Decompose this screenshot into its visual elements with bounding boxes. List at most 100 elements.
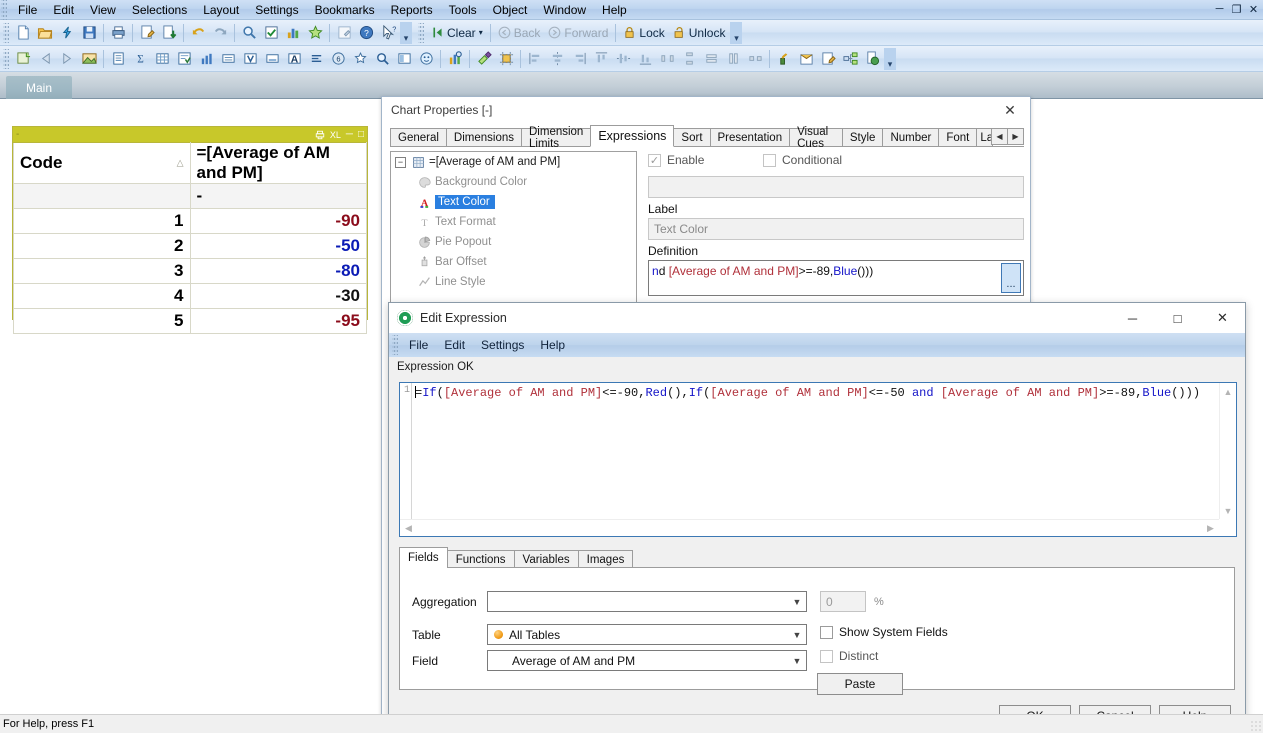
distribute-vertically-icon[interactable] bbox=[678, 48, 700, 70]
column-header-code[interactable]: Code △ bbox=[13, 142, 191, 184]
tab-images[interactable]: Images bbox=[577, 550, 634, 568]
scroll-up-icon[interactable]: ▲ bbox=[1220, 383, 1236, 400]
print-icon[interactable] bbox=[107, 22, 129, 44]
close-icon[interactable]: ✕ bbox=[1200, 303, 1245, 333]
toolbar-overflow-button[interactable]: ▾ bbox=[400, 21, 412, 44]
edit-module-icon[interactable] bbox=[817, 48, 839, 70]
tab-scroll-right-icon[interactable]: ▶ bbox=[1007, 128, 1024, 145]
new-sheet-icon[interactable] bbox=[12, 48, 34, 70]
custom-object-icon[interactable] bbox=[415, 48, 437, 70]
size-equal-width-icon[interactable] bbox=[700, 48, 722, 70]
design-toolbar-overflow-button[interactable]: ▾ bbox=[884, 47, 896, 70]
minimize-icon[interactable]: ─ bbox=[1212, 1, 1227, 17]
menu-item-help[interactable]: Help bbox=[532, 336, 573, 354]
line-arrow-object-icon[interactable] bbox=[305, 48, 327, 70]
chart-properties-title-bar[interactable]: Chart Properties [-] ✕ bbox=[382, 97, 1030, 123]
definition-input[interactable]: nd [Average of AM and PM]>=-89,Blue())) … bbox=[648, 260, 1024, 296]
open-expression-editor-button[interactable]: ... bbox=[1001, 263, 1021, 293]
print-icon[interactable] bbox=[315, 130, 325, 140]
conditional-checkbox-row[interactable]: Conditional bbox=[763, 153, 842, 167]
edit-script-icon[interactable] bbox=[136, 22, 158, 44]
expression-tree-root[interactable]: − =[Average of AM and PM] bbox=[391, 152, 636, 172]
link-objects-icon[interactable] bbox=[839, 48, 861, 70]
align-center-icon[interactable] bbox=[546, 48, 568, 70]
tab-fields[interactable]: Fields bbox=[399, 547, 448, 568]
tab-style[interactable]: Style bbox=[841, 128, 884, 146]
tab-variables[interactable]: Variables bbox=[513, 550, 579, 568]
enable-checkbox-row[interactable]: ✓ Enable bbox=[648, 153, 763, 167]
tab-dimension-limits[interactable]: Dimension Limits bbox=[521, 126, 592, 150]
tab-presentation[interactable]: Presentation bbox=[709, 128, 791, 146]
unlock-button[interactable]: Unlock bbox=[669, 26, 730, 40]
field-select[interactable]: Average of AM and PM ▼ bbox=[487, 650, 807, 671]
cell-average[interactable]: -95 bbox=[189, 308, 367, 334]
menu-item-file[interactable]: File bbox=[401, 336, 436, 354]
tab-general[interactable]: General bbox=[390, 128, 447, 146]
editor-vertical-scrollbar[interactable]: ▲ ▼ bbox=[1219, 383, 1236, 519]
expression-attribute-line-style[interactable]: Line Style bbox=[391, 272, 636, 292]
clear-button[interactable]: Clear ▾ bbox=[427, 26, 487, 40]
label-input[interactable]: Text Color bbox=[648, 218, 1024, 240]
close-icon[interactable]: ✕ bbox=[990, 97, 1030, 123]
menu-item-edit[interactable]: Edit bbox=[45, 1, 82, 19]
scroll-right-icon[interactable]: ▶ bbox=[1202, 523, 1219, 534]
undo-icon[interactable] bbox=[187, 22, 209, 44]
toolbar-gripper-standard[interactable] bbox=[3, 22, 9, 43]
tab-visual-cues[interactable]: Visual Cues bbox=[789, 126, 843, 150]
statistics-box-icon[interactable]: Σ bbox=[129, 48, 151, 70]
sort-indicator-icon[interactable]: △ bbox=[177, 158, 184, 169]
menu-item-bookmarks[interactable]: Bookmarks bbox=[307, 1, 383, 19]
tab-dimensions[interactable]: Dimensions bbox=[445, 128, 522, 146]
search-object-icon[interactable] bbox=[371, 48, 393, 70]
resize-grip-icon[interactable] bbox=[1250, 720, 1262, 732]
format-painter-icon[interactable] bbox=[473, 48, 495, 70]
menu-item-file[interactable]: File bbox=[10, 1, 45, 19]
publish-web-icon[interactable] bbox=[861, 48, 883, 70]
align-right-icon[interactable] bbox=[568, 48, 590, 70]
multi-box-icon[interactable] bbox=[151, 48, 173, 70]
show-system-fields-checkbox[interactable] bbox=[820, 625, 833, 639]
align-left-icon[interactable] bbox=[524, 48, 546, 70]
menu-item-reports[interactable]: Reports bbox=[383, 1, 441, 19]
expression-attribute-text-color[interactable]: A Text Color bbox=[391, 192, 636, 212]
scroll-left-icon[interactable]: ◀ bbox=[400, 523, 417, 534]
menu-item-tools[interactable]: Tools bbox=[441, 1, 485, 19]
save-icon[interactable] bbox=[78, 22, 100, 44]
align-middle-icon[interactable] bbox=[612, 48, 634, 70]
table-select[interactable]: All Tables ▼ bbox=[487, 624, 807, 645]
show-system-fields-row[interactable]: Show System Fields bbox=[820, 625, 948, 639]
table-row[interactable]: 3 -80 bbox=[13, 258, 367, 284]
theme-maker-icon[interactable] bbox=[773, 48, 795, 70]
minimize-icon[interactable]: ─ bbox=[346, 129, 353, 140]
cell-average[interactable]: -80 bbox=[189, 258, 367, 284]
distinct-row[interactable]: Distinct bbox=[820, 649, 878, 663]
back-button[interactable]: Back bbox=[494, 26, 545, 40]
restore-icon[interactable]: ❐ bbox=[1229, 1, 1244, 17]
bookmark-star-icon[interactable] bbox=[304, 22, 326, 44]
object-caption-bar[interactable]: - XL ─ □ bbox=[13, 127, 367, 142]
align-top-icon[interactable] bbox=[590, 48, 612, 70]
aggregation-select[interactable]: ▼ bbox=[487, 591, 807, 612]
forward-button[interactable]: Forward bbox=[544, 26, 612, 40]
table-row[interactable]: 1 -90 bbox=[13, 208, 367, 234]
new-document-icon[interactable] bbox=[12, 22, 34, 44]
conditional-expression-input[interactable] bbox=[648, 176, 1024, 198]
space-evenly-icon[interactable] bbox=[744, 48, 766, 70]
menu-item-object[interactable]: Object bbox=[485, 1, 536, 19]
tab-functions[interactable]: Functions bbox=[446, 550, 515, 568]
table-row[interactable]: 2 -50 bbox=[13, 233, 367, 259]
open-document-icon[interactable] bbox=[34, 22, 56, 44]
enable-checkbox[interactable]: ✓ bbox=[648, 153, 661, 167]
cell-average[interactable]: -50 bbox=[189, 233, 367, 259]
container-object-icon[interactable] bbox=[393, 48, 415, 70]
column-header-average[interactable]: =[Average of AM and PM] bbox=[189, 142, 367, 184]
menu-item-settings[interactable]: Settings bbox=[247, 1, 306, 19]
search-icon[interactable] bbox=[238, 22, 260, 44]
collapse-expand-icon[interactable]: − bbox=[395, 156, 406, 168]
toolbar-gripper-navigation[interactable] bbox=[418, 22, 424, 43]
maximize-icon[interactable]: □ bbox=[1155, 303, 1200, 333]
quick-chart-wizard-icon[interactable] bbox=[444, 48, 466, 70]
expression-attribute-bar-offset[interactable]: Bar Offset bbox=[391, 252, 636, 272]
navigation-toolbar-overflow-button[interactable]: ▾ bbox=[730, 21, 743, 44]
conditional-checkbox[interactable] bbox=[763, 153, 776, 167]
